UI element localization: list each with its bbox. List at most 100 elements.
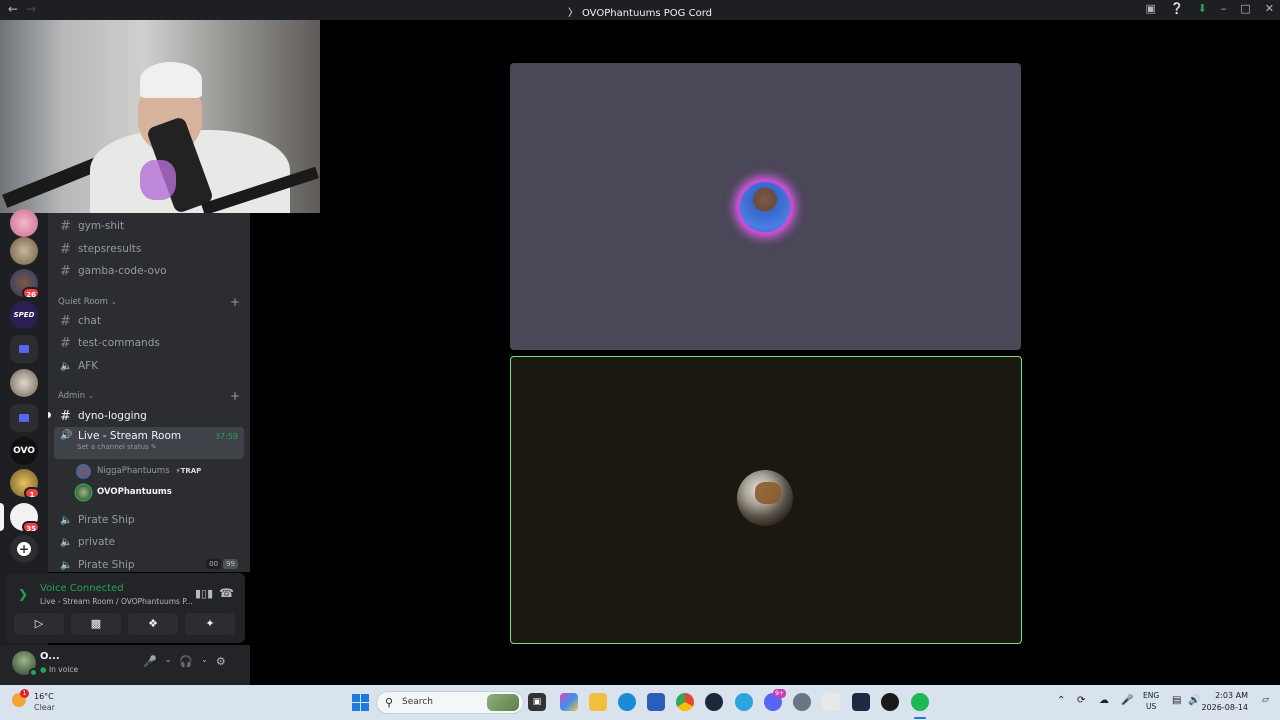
soundboard-button[interactable]: ✦	[185, 613, 235, 635]
notification-icon[interactable]: ▱	[1262, 695, 1269, 705]
inbox-icon[interactable]: ▣	[1146, 2, 1156, 15]
signal-icon[interactable]: ❯	[18, 587, 28, 601]
channel-text[interactable]: # gym-shit	[54, 215, 244, 237]
online-status-indicator	[29, 668, 38, 677]
disconnect-icon[interactable]: ☎	[219, 586, 234, 600]
noise-suppression-icon[interactable]: ▮▯▮	[195, 587, 213, 600]
sync-icon[interactable]: ⟳	[1077, 695, 1085, 706]
server-icon-active[interactable]: 35	[10, 503, 40, 533]
channel-voice[interactable]: 🔈 private	[54, 531, 244, 553]
download-icon[interactable]: ⬇	[1198, 2, 1207, 15]
voice-status[interactable]: Voice Connected	[40, 583, 124, 594]
add-server-button[interactable]: +	[10, 535, 38, 563]
channel-voice-connected[interactable]: 🔊 Live - Stream Room 37:59 Set a channel …	[54, 427, 244, 459]
telegram-icon[interactable]	[735, 693, 753, 711]
app-icon[interactable]	[852, 693, 870, 711]
webcam-overlay	[0, 20, 320, 213]
voice-user[interactable]: NiggaPhantuums ⚡TRAP	[76, 462, 201, 480]
language-indicator[interactable]: ENG US	[1143, 690, 1159, 712]
server-icon[interactable]	[10, 237, 38, 265]
pencil-icon: ✎	[150, 443, 157, 451]
participant-tile-self[interactable]	[510, 356, 1022, 644]
copilot-icon[interactable]	[560, 693, 578, 711]
user-panel: O... ● In voice 🎤 ⌄ 🎧 ⌄ ⚙	[0, 645, 250, 685]
channel-status[interactable]: Set a channel status ✎	[77, 443, 157, 451]
title-bar: ← → 〉 OVOPhantuums POG Cord ▣ ❔ ⬇ – □ ✕	[0, 0, 1280, 20]
minimize-button[interactable]: –	[1221, 2, 1227, 15]
channel-text[interactable]: # chat	[54, 310, 244, 332]
clock[interactable]: 2:03 AM 2026-08-14	[1202, 690, 1249, 714]
start-button[interactable]	[352, 694, 369, 711]
obs-icon[interactable]	[881, 693, 899, 711]
channel-voice[interactable]: 🔈 Pirate Ship 00 99	[54, 554, 244, 572]
window-title: 〉 OVOPhantuums POG Cord	[0, 4, 1280, 19]
voice-connection-panel: ❯ Voice Connected Live - Stream Room / O…	[5, 573, 245, 643]
username[interactable]: O...	[40, 651, 60, 662]
microphone-tray-icon[interactable]: 🎤	[1121, 695, 1133, 706]
server-icon[interactable]: 1	[10, 469, 40, 499]
network-icon[interactable]: ▤	[1172, 695, 1181, 706]
voice-location[interactable]: Live - Stream Room / OVOPhantuums P...	[40, 597, 193, 606]
headphones-icon[interactable]: 🎧	[179, 655, 193, 668]
gear-icon[interactable]: ⚙	[216, 655, 226, 668]
close-button[interactable]: ✕	[1265, 2, 1274, 15]
server-folder[interactable]	[10, 404, 38, 432]
activities-icon: ❖	[148, 617, 158, 630]
channel-list: # gym-shit # stepsresults # gamba-code-ovo …	[48, 213, 250, 572]
channel-text-unread[interactable]: # dyno-logging	[54, 405, 244, 427]
discord-icon[interactable]: 9+	[764, 689, 786, 711]
task-view-icon[interactable]: ▣	[528, 693, 546, 711]
screenshare-button[interactable]: ▩	[71, 613, 121, 635]
speaker-icon: 🔈	[60, 514, 73, 526]
cloud-off-icon[interactable]: ☁	[1099, 695, 1109, 706]
chevron-down-icon: ⌄	[88, 392, 94, 400]
chevron-down-icon[interactable]: ⌄	[201, 655, 208, 668]
active-server-pill	[0, 503, 4, 531]
server-logo-icon: 〉	[567, 8, 578, 19]
server-icon-ovo[interactable]: OVO	[10, 437, 38, 465]
channel-text[interactable]: # gamba-code-ovo	[54, 260, 244, 282]
participant-avatar	[737, 179, 793, 235]
plus-icon: +	[17, 541, 31, 556]
chevron-down-icon[interactable]: ⌄	[165, 655, 172, 668]
maximize-button[interactable]: □	[1240, 2, 1250, 15]
add-channel-icon[interactable]: +	[230, 295, 240, 309]
hash-icon: #	[60, 263, 71, 279]
file-explorer-icon[interactable]	[589, 693, 607, 711]
help-icon[interactable]: ❔	[1170, 2, 1184, 15]
server-icon[interactable]: 26	[10, 269, 40, 299]
avatar	[76, 484, 91, 500]
spotify-icon[interactable]	[911, 693, 929, 711]
voice-status-icon: ●	[40, 665, 47, 674]
channel-text[interactable]: # test-commands	[54, 332, 244, 354]
category-admin[interactable]: Admin ⌄ +	[58, 389, 240, 403]
app-icon[interactable]	[647, 693, 665, 711]
channel-voice[interactable]: 🔈 Pirate Ship	[54, 509, 244, 531]
server-icon[interactable]: SPED	[10, 301, 38, 329]
activities-button[interactable]: ❖	[128, 613, 178, 635]
edge-icon[interactable]	[618, 693, 636, 711]
chevron-up-icon[interactable]: ⌃	[1057, 695, 1065, 706]
volume-icon[interactable]: 🔊	[1188, 695, 1200, 706]
server-folder[interactable]	[10, 335, 38, 363]
voice-stage	[250, 20, 1280, 685]
participant-tile-speaking[interactable]	[510, 63, 1021, 350]
category-quiet-room[interactable]: Quiet Room ⌄ +	[58, 295, 240, 309]
voice-user-self[interactable]: OVOPhantuums	[76, 483, 172, 501]
folder-icon	[19, 414, 29, 422]
settings-icon[interactable]	[793, 693, 811, 711]
channel-text[interactable]: # stepsresults	[54, 238, 244, 260]
server-icon[interactable]	[10, 209, 38, 237]
channel-voice[interactable]: 🔈 AFK	[54, 355, 244, 377]
server-icon[interactable]	[10, 369, 38, 397]
user-limit-counter: 00 99	[206, 559, 238, 569]
steam-icon[interactable]	[705, 693, 723, 711]
hash-icon: #	[60, 335, 71, 351]
microphone-icon[interactable]: 🎤	[143, 655, 157, 668]
camera-button[interactable]: ▷	[14, 613, 64, 635]
mention-badge: 1	[24, 487, 40, 499]
snipping-tool-icon[interactable]	[822, 693, 840, 711]
chrome-icon[interactable]	[676, 693, 694, 711]
taskbar-search[interactable]: ⚲ Search	[376, 691, 524, 714]
add-channel-icon[interactable]: +	[230, 389, 240, 403]
